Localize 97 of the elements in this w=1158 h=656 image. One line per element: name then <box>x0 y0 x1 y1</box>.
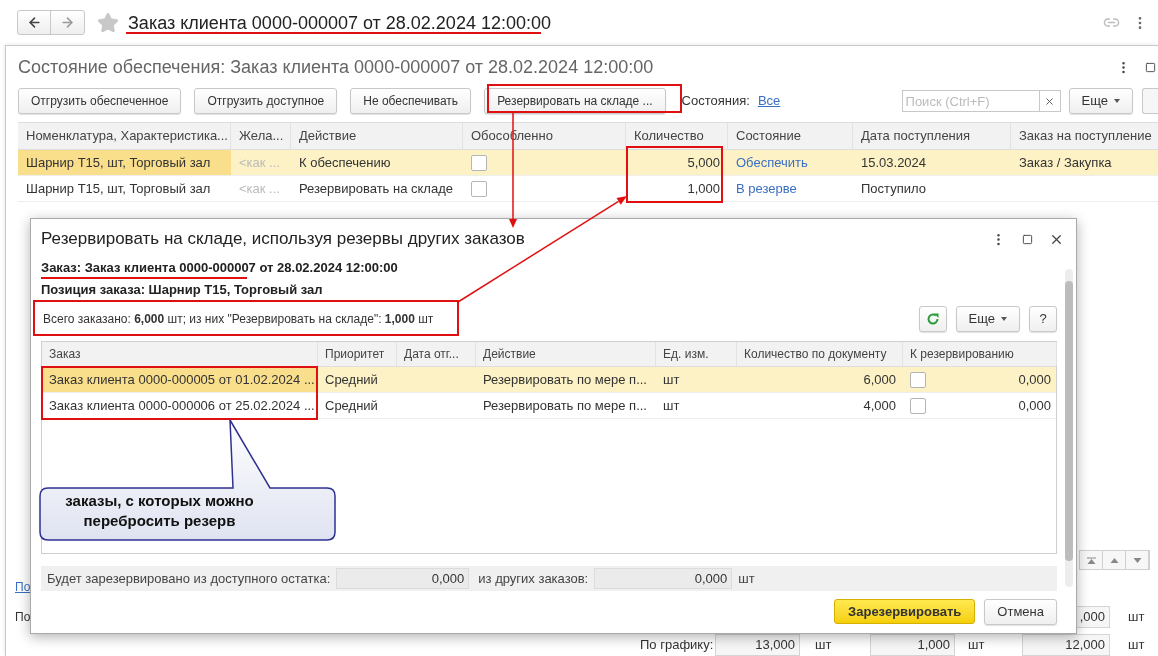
close-icon <box>1044 95 1056 107</box>
unit-cell-text: шт <box>662 370 681 389</box>
toolbar-button[interactable]: Не обеспечивать <box>350 88 472 114</box>
other-orders-field: 0,000 <box>594 568 733 589</box>
quantity-cell-text: 6,000 <box>862 370 897 389</box>
toolbar-button[interactable]: Отгрузить доступное <box>194 88 338 114</box>
schedule-label: По графику: <box>640 636 715 655</box>
table-row[interactable]: Шарнир Т15, шт, Торговый зал <как ... Резервировать на складе 1,000 В резерве Поступило <box>18 176 1158 202</box>
scroll-top-button[interactable] <box>1080 551 1103 569</box>
back-arrow-icon <box>26 15 42 30</box>
quantity-cell-text: 1,000 <box>686 179 721 198</box>
help-button[interactable]: ? <box>1029 306 1057 332</box>
cancel-button[interactable]: Отмена <box>984 599 1057 625</box>
unit-label: шт <box>1127 608 1146 627</box>
date-cell-text: Поступило <box>860 179 927 198</box>
quantity-cell-text: 5,000 <box>686 153 721 172</box>
states-filter-link[interactable]: Все <box>757 91 781 111</box>
column-header[interactable]: Действие <box>476 342 656 366</box>
value-field: 12,000 <box>1022 634 1110 656</box>
reserve-button[interactable]: Зарезервировать <box>834 599 976 624</box>
checkbox[interactable] <box>910 371 926 388</box>
unit-label: шт <box>967 636 986 655</box>
states-label: Состояния: <box>681 92 750 111</box>
checkbox[interactable] <box>471 154 487 171</box>
maximize-icon[interactable] <box>1022 233 1033 245</box>
down-triangle-icon <box>1132 556 1142 564</box>
action-cell-text: К обеспечению <box>298 153 392 172</box>
other-orders-label: из других заказов: <box>478 569 589 588</box>
column-header[interactable]: Действие <box>291 123 463 149</box>
scroll-top-icon <box>1086 556 1096 564</box>
order-cell: Заказ клиента 0000-000005 от 01.02.2024 ... <box>42 367 318 392</box>
unit-label: шт <box>814 636 833 655</box>
desired-cell-text: <как ... <box>238 179 281 198</box>
column-header[interactable]: Количество по документу <box>737 342 903 366</box>
column-header[interactable]: Заказ <box>42 342 318 366</box>
column-header[interactable]: Заказ на поступление <box>1011 123 1158 149</box>
action-cell-text: Резервировать по мере п... <box>482 396 648 415</box>
toolbar-button[interactable]: Резервировать на складе ... <box>484 88 666 114</box>
summary-text: Всего заказано: 6,000 шт; из них "Резервировать на складе": 1,000 шт <box>43 312 434 326</box>
unit-cell-text: шт <box>662 396 681 415</box>
toolbar-button[interactable]: Отгрузить обеспеченное <box>18 88 182 114</box>
column-header[interactable]: Ед. изм. <box>656 342 737 366</box>
more-button[interactable]: Еще <box>955 306 1020 332</box>
checkbox[interactable] <box>471 180 487 197</box>
column-header[interactable]: Номенклатура, Характеристика... <box>18 123 231 149</box>
column-header[interactable]: Жела... <box>231 123 291 149</box>
scrollbar[interactable] <box>1065 269 1073 587</box>
scroll-up-button[interactable] <box>1103 551 1126 569</box>
available-field: 0,000 <box>336 568 470 589</box>
available-label: Будет зарезервировано из доступного остатка: <box>47 569 331 588</box>
item-cell: Шарнир Т15, шт, Торговый зал <box>18 150 231 175</box>
table-row[interactable]: Шарнир Т15, шт, Торговый зал <как ... К обеспечению 5,000 Обеспечить 15.03.2024 Заказ / Закупка <box>18 150 1158 176</box>
refresh-icon <box>925 312 940 326</box>
desired-cell-text: <как ... <box>238 153 281 172</box>
priority-cell-text: Средний <box>324 396 379 415</box>
unit-label: шт <box>1127 636 1146 655</box>
link[interactable]: По <box>15 578 31 596</box>
column-header[interactable]: Дата отг... <box>397 342 476 366</box>
state-cell-text: Обеспечить <box>735 153 809 172</box>
more-button[interactable]: Еще <box>1068 88 1133 114</box>
value-field: 1,000 <box>870 634 955 656</box>
scroll-down-button[interactable] <box>1126 551 1149 569</box>
clear-search-button[interactable] <box>1039 90 1061 112</box>
column-header[interactable]: Количество <box>626 123 728 149</box>
checkbox[interactable] <box>910 397 926 414</box>
document-title: Заказ клиента 0000-000007 от 28.02.2024 12:00:00 <box>128 14 551 31</box>
dialog-title: Резервировать на складе, используя резервы других заказов <box>41 228 525 251</box>
state-cell-text: В резерве <box>735 179 798 198</box>
action-cell-text: Резервировать на складе <box>298 179 454 198</box>
quantity-cell-text: 4,000 <box>862 396 897 415</box>
column-header[interactable]: Дата поступления <box>853 123 1011 149</box>
reserve-cell-text: 0,000 <box>1018 396 1051 415</box>
column-header[interactable]: К резервированию <box>903 342 1057 366</box>
up-triangle-icon <box>1109 556 1119 564</box>
order-line: Заказ: Заказ клиента 0000-000007 от 28.02.2024 12:00:00 <box>41 259 399 277</box>
star-icon[interactable] <box>97 11 119 34</box>
value-field: 13,000 <box>715 634 800 656</box>
maximize-icon[interactable] <box>1145 61 1156 73</box>
date-cell-text: 15.03.2024 <box>860 153 928 172</box>
order-cell-text: Заказ / Закупка <box>1018 153 1113 172</box>
column-header[interactable]: Приоритет <box>318 342 397 366</box>
action-cell-text: Резервировать по мере п... <box>482 370 648 389</box>
table-row[interactable]: Заказ клиента 0000-000005 от 01.02.2024 ... Средний Резервировать по мере п... шт 6,000 0,000 <box>42 367 1056 393</box>
reserve-cell-text: 0,000 <box>1018 370 1051 389</box>
caret-icon <box>1001 317 1007 321</box>
field-label: По <box>15 609 31 626</box>
item-cell-text: Шарнир Т15, шт, Торговый зал <box>25 179 212 198</box>
caret-icon <box>1114 99 1120 103</box>
refresh-button[interactable] <box>918 306 947 332</box>
position-line: Позиция заказа: Шарнир Т15, Торговый зал <box>41 281 324 299</box>
callout-text: заказы, с которых можно перебросить резерв <box>64 491 255 531</box>
column-header[interactable]: Состояние <box>728 123 853 149</box>
search-field[interactable]: Поиск (Ctrl+F) <box>901 90 1040 112</box>
priority-cell-text: Средний <box>324 370 379 389</box>
unit-label: шт <box>738 569 755 588</box>
order-cell-text: Заказ клиента 0000-000006 от 25.02.2024 ... <box>48 396 316 415</box>
form-title: Состояние обеспечения: Заказ клиента 0000-000007 от 28.02.2024 12:00:00 <box>18 55 654 79</box>
